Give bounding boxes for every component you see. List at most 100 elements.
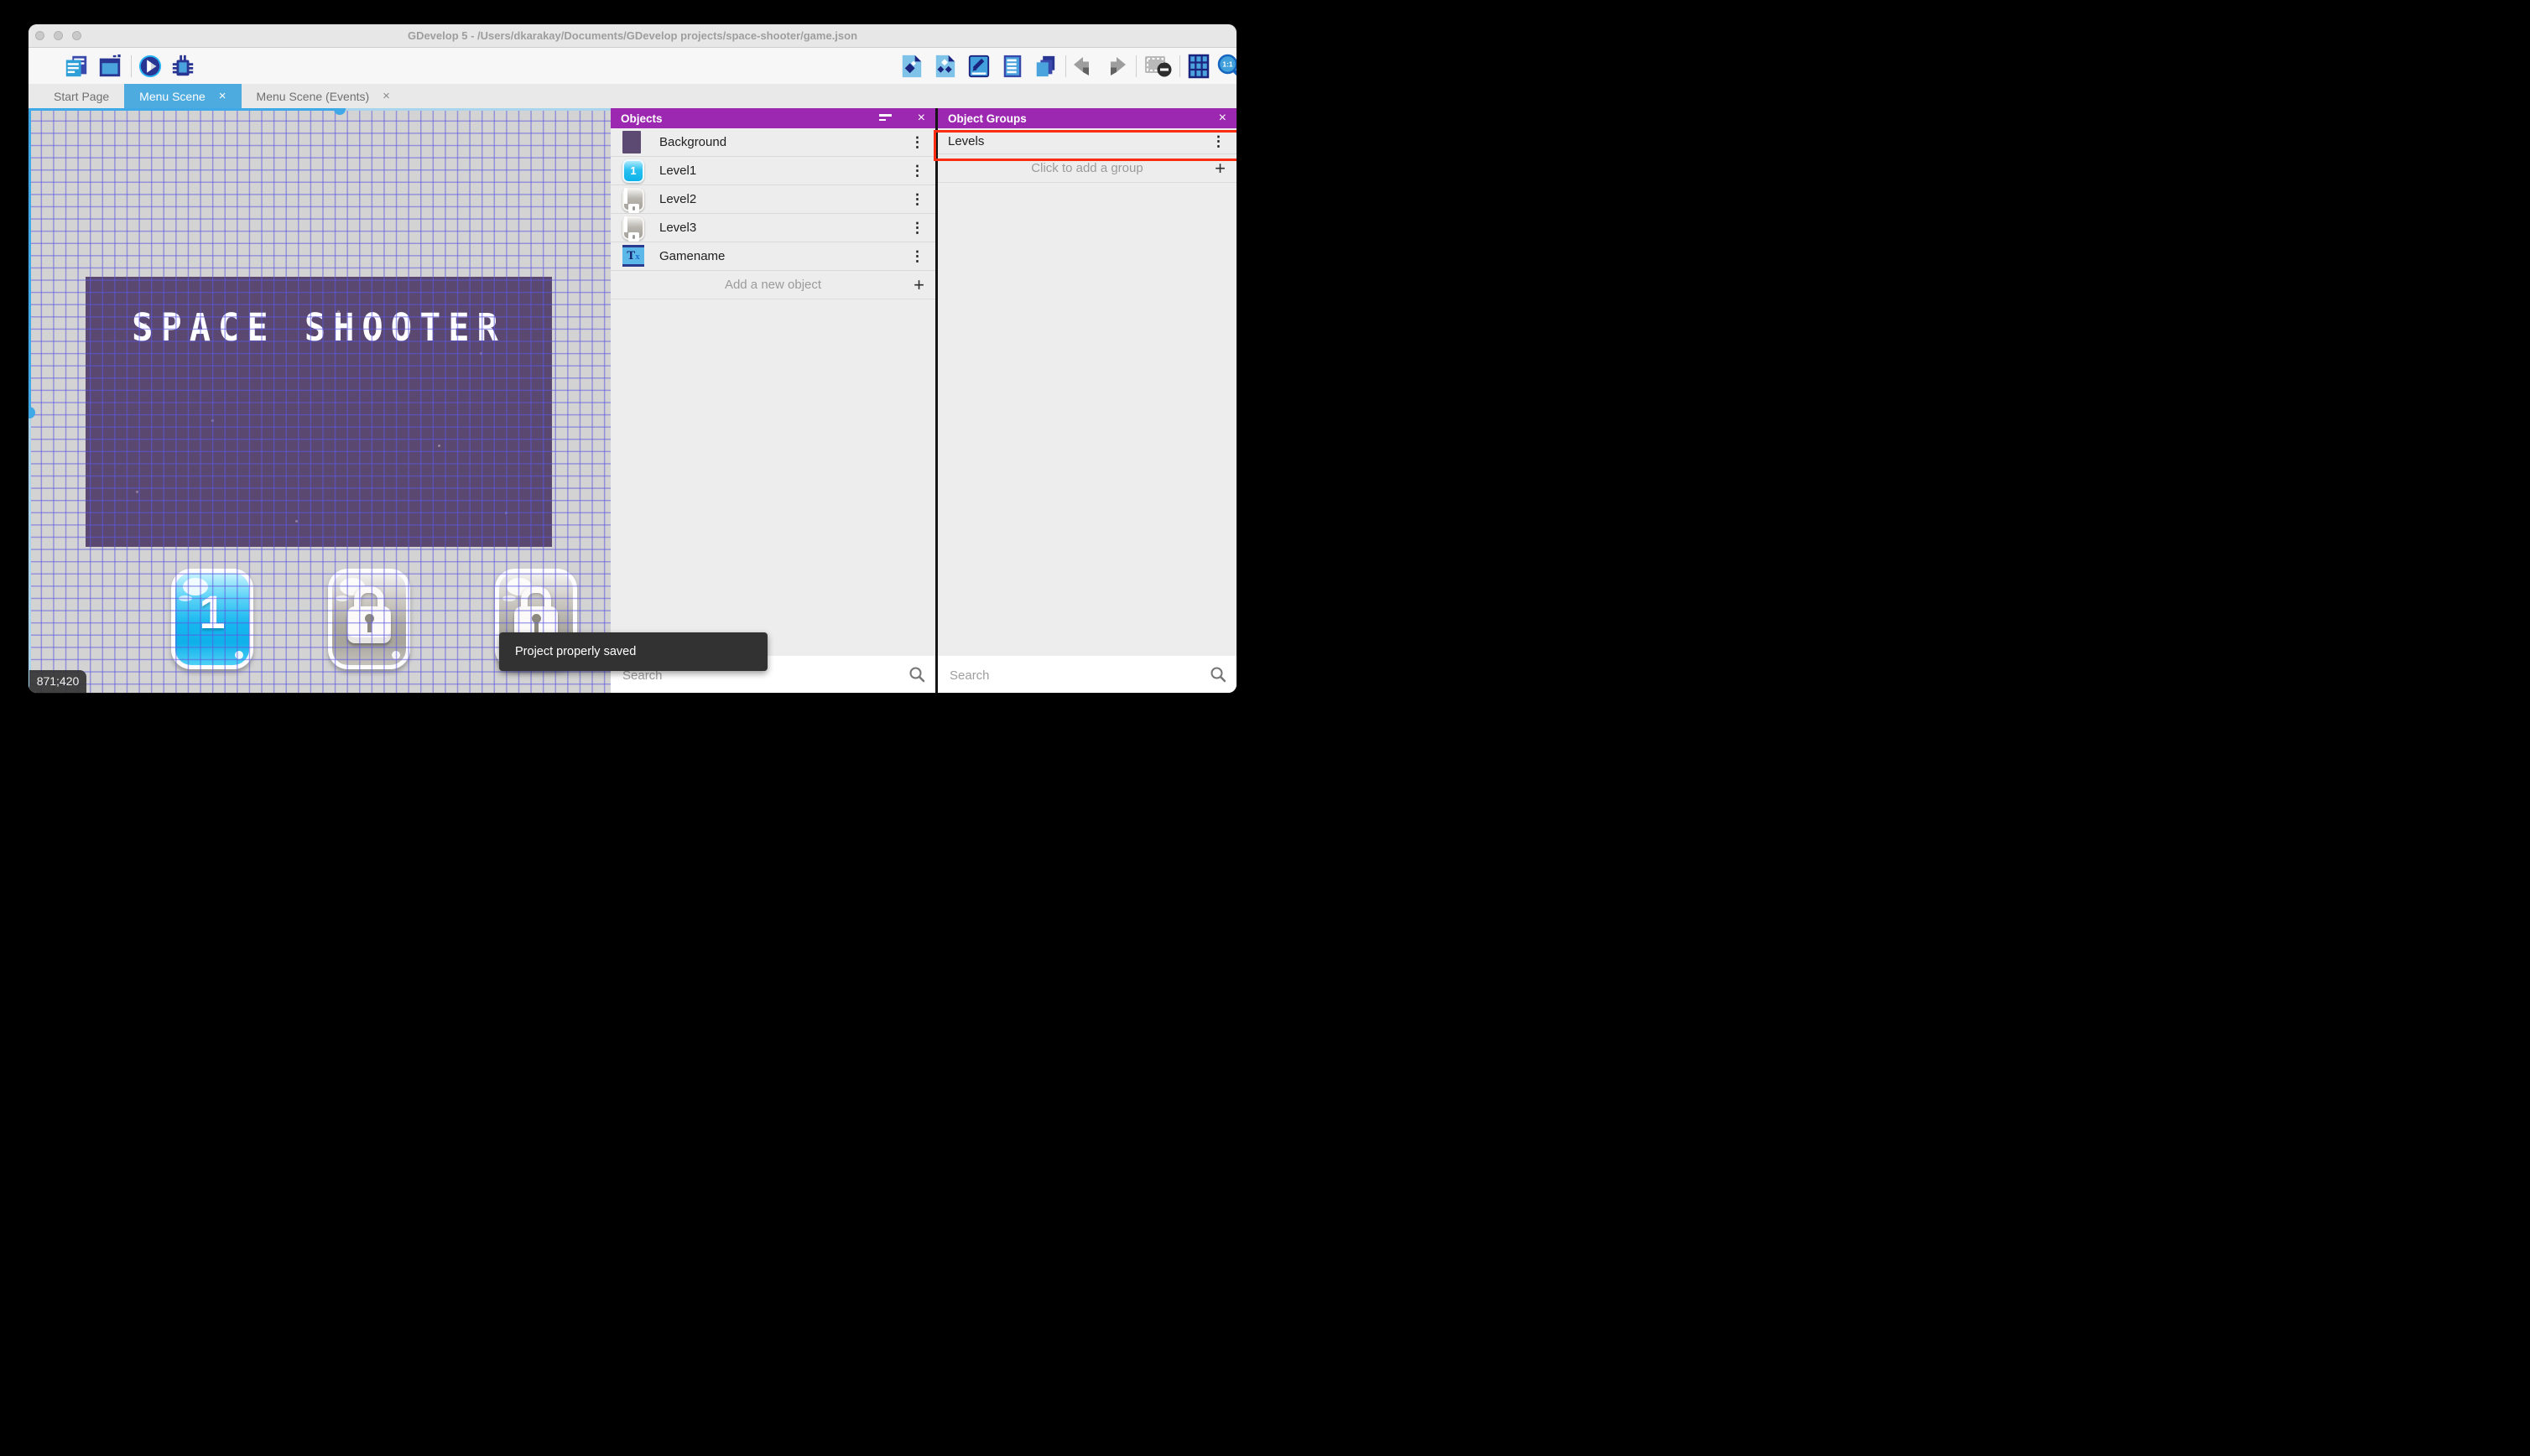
tab-label: Menu Scene (Events): [256, 89, 370, 103]
selection-frame-top: [29, 108, 342, 111]
object-name: Gamename: [659, 249, 726, 263]
star-speckles: [86, 277, 88, 279]
object-groups-panel-header: Object Groups ×: [938, 108, 1236, 128]
tab-start-page[interactable]: Start Page: [29, 84, 124, 108]
row-menu-icon[interactable]: ⋮: [910, 164, 924, 178]
redo-icon: [1111, 57, 1126, 75]
text-object-thumbnail: Tx: [622, 245, 644, 267]
object-row-level3[interactable]: Level3 ⋮: [611, 214, 935, 242]
instances-list-icon: [1003, 55, 1022, 78]
desktop: { "window": { "title": "GDevelop 5 - /Us…: [0, 0, 1265, 728]
undo-button[interactable]: [1071, 54, 1096, 79]
zoom-original-button[interactable]: 1:1: [1217, 54, 1236, 79]
scene-window-icon: [99, 54, 121, 77]
zoom-ratio-label: 1:1: [1222, 60, 1233, 69]
close-panel-icon[interactable]: ×: [918, 108, 925, 128]
cursor-coordinates-badge: 871;420: [29, 670, 86, 693]
open-scene-window-button[interactable]: [97, 54, 122, 79]
search-icon: [908, 666, 925, 687]
object-row-gamename[interactable]: Tx Gamename ⋮: [611, 242, 935, 271]
level1-button-instance[interactable]: 1: [171, 569, 253, 669]
search-icon: [1210, 666, 1226, 687]
group-name: Levels: [948, 133, 985, 148]
close-panel-icon[interactable]: ×: [1219, 108, 1226, 128]
main-area: SPACE SHOOTER 1 871;420 Objects × Backgr…: [29, 108, 1236, 693]
selection-frame-left: [29, 108, 31, 413]
blue-button-thumbnail: 1: [622, 159, 644, 183]
corner-dot: [392, 651, 400, 659]
close-tab-icon[interactable]: ×: [219, 90, 226, 102]
object-name: Level2: [659, 192, 697, 206]
close-tab-icon[interactable]: ×: [383, 90, 390, 102]
tab-menu-scene[interactable]: Menu Scene ×: [124, 84, 242, 108]
toolbar: 1:1: [29, 48, 1236, 84]
zoom-1-1-icon: 1:1: [1217, 54, 1236, 76]
row-menu-icon[interactable]: ⋮: [910, 249, 924, 263]
row-menu-icon[interactable]: ⋮: [1211, 134, 1226, 148]
object-row-level1[interactable]: 1 Level1 ⋮: [611, 157, 935, 185]
redo-button[interactable]: [1103, 54, 1128, 79]
app-window: GDevelop 5 - /Users/dkarakay/Documents/G…: [29, 24, 1236, 693]
play-icon: [138, 55, 162, 78]
open-objects-editor-button[interactable]: [899, 54, 924, 79]
title-bar: GDevelop 5 - /Users/dkarakay/Documents/G…: [29, 24, 1236, 48]
toolbar-divider: [1065, 55, 1066, 77]
object-groups-search-bar: [938, 656, 1236, 693]
grid-icon: [1188, 54, 1210, 79]
row-menu-icon[interactable]: ⋮: [910, 221, 924, 235]
open-instances-list-button[interactable]: [1000, 54, 1025, 79]
object-groups-panel-title: Object Groups: [948, 112, 1027, 125]
filter-icon[interactable]: [879, 114, 892, 122]
object-groups-empty-space: [938, 183, 1236, 656]
object-row-level2[interactable]: Level2 ⋮: [611, 185, 935, 214]
tab-label: Start Page: [54, 89, 110, 103]
level2-button-instance[interactable]: [328, 569, 410, 669]
properties-icon: [968, 55, 990, 78]
purple-square-thumbnail: [622, 131, 641, 153]
add-group-label: Click to add a group: [1031, 161, 1143, 175]
open-object-groups-editor-button[interactable]: [933, 54, 958, 79]
scene-background-instance[interactable]: SPACE SHOOTER 1: [86, 277, 577, 669]
window-title: GDevelop 5 - /Users/dkarakay/Documents/G…: [407, 29, 858, 42]
scene-canvas[interactable]: SPACE SHOOTER 1 871;420: [29, 108, 611, 693]
add-object-row[interactable]: Add a new object +: [611, 271, 935, 299]
game-title-text-instance[interactable]: SPACE SHOOTER: [86, 305, 552, 350]
row-menu-icon[interactable]: ⋮: [910, 135, 924, 149]
plus-icon[interactable]: +: [1215, 159, 1226, 178]
objects-editor-icon: [902, 55, 922, 78]
deselect-instances-icon: [1145, 56, 1172, 77]
row-menu-icon[interactable]: ⋮: [910, 192, 924, 206]
selection-frame-left-faded: [29, 413, 31, 693]
play-button[interactable]: [138, 54, 163, 79]
save-toast: Project properly saved: [499, 632, 768, 671]
resize-handle-left[interactable]: [29, 407, 35, 419]
level1-number: 1: [199, 585, 226, 638]
project-manager-button[interactable]: [64, 54, 89, 79]
corner-dot: [235, 651, 243, 659]
open-properties-button[interactable]: [966, 54, 992, 79]
debug-icon: [172, 55, 194, 76]
objects-panel-empty-space: [611, 299, 935, 656]
object-name: Background: [659, 135, 727, 149]
undo-icon: [1074, 57, 1089, 75]
tab-menu-scene-events[interactable]: Menu Scene (Events) ×: [242, 84, 405, 108]
toast-message: Project properly saved: [515, 645, 637, 658]
deselect-instances-button[interactable]: [1143, 54, 1174, 79]
debug-button[interactable]: [170, 54, 195, 79]
object-groups-editor-icon: [935, 55, 955, 78]
layers-icon: [1036, 55, 1055, 77]
open-layers-editor-button[interactable]: [1033, 54, 1058, 79]
locked-button-thumbnail: [622, 216, 644, 242]
objects-panel: Objects × Background ⋮ 1 Level1 ⋮ Level2…: [611, 108, 935, 693]
resize-handle-top[interactable]: [334, 108, 346, 115]
object-groups-search-input[interactable]: [948, 656, 1203, 693]
tab-bar: Start Page Menu Scene × Menu Scene (Even…: [29, 84, 1236, 108]
plus-icon[interactable]: +: [914, 275, 924, 294]
toolbar-divider: [1136, 55, 1137, 77]
toggle-grid-button[interactable]: [1186, 54, 1211, 79]
add-object-label: Add a new object: [724, 278, 822, 292]
group-row-levels[interactable]: Levels ⋮: [938, 128, 1236, 154]
objects-panel-title: Objects: [621, 112, 663, 125]
object-row-background[interactable]: Background ⋮: [611, 128, 935, 157]
add-group-row[interactable]: Click to add a group +: [938, 154, 1236, 183]
